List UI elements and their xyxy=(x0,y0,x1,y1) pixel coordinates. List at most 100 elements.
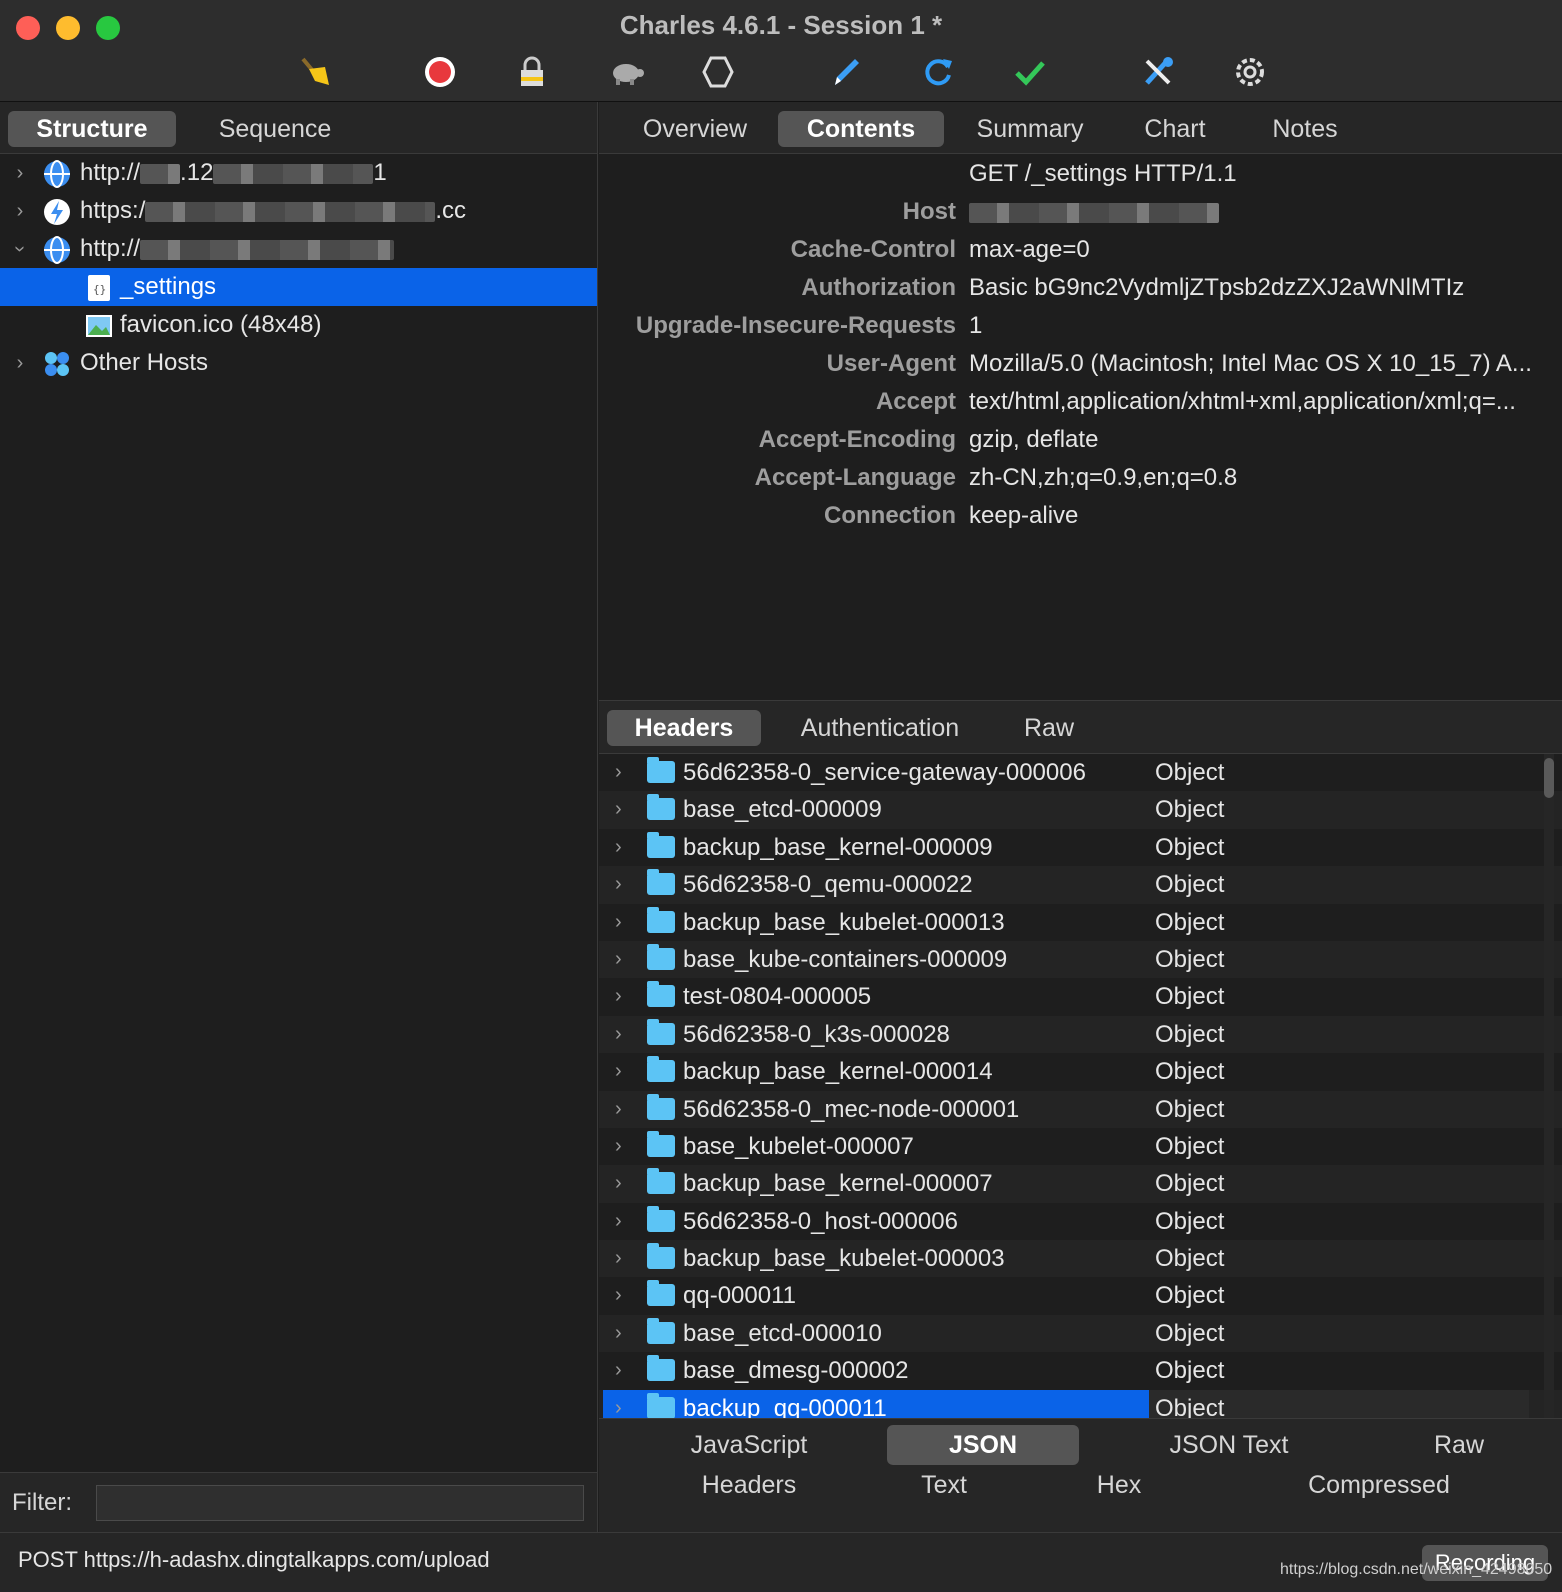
json-row[interactable]: › backup_base_kernel-000007 Object xyxy=(599,1165,1562,1203)
json-row[interactable]: › 56d62358-0_k3s-000028 Object xyxy=(599,1015,1562,1054)
tab-authentication[interactable]: Authentication xyxy=(775,710,985,746)
pen-icon[interactable] xyxy=(826,54,866,90)
json-key-cell[interactable]: › backup_base_kubelet-000013 xyxy=(603,904,1149,941)
json-key-cell[interactable]: › base_kube-containers-000009 xyxy=(603,941,1149,978)
tab-raw-view[interactable]: Raw xyxy=(1409,1427,1509,1463)
json-row[interactable]: › base_kubelet-000007 Object xyxy=(599,1128,1562,1165)
hexagon-icon[interactable] xyxy=(698,54,738,90)
chevron-right-icon[interactable]: › xyxy=(10,344,30,382)
json-key-cell[interactable]: › 56d62358-0_mec-node-000001 xyxy=(603,1091,1149,1128)
chevron-right-icon[interactable]: › xyxy=(615,791,622,828)
json-key-cell[interactable]: › backup_base_kernel-000009 xyxy=(603,829,1149,866)
lock-icon[interactable] xyxy=(512,54,552,90)
json-key-cell[interactable]: › 56d62358-0_k3s-000028 xyxy=(603,1016,1149,1053)
chevron-right-icon[interactable]: › xyxy=(615,1053,622,1090)
tree-host-3[interactable]: › http:// xyxy=(0,230,597,268)
chevron-right-icon[interactable]: › xyxy=(615,1091,622,1128)
json-file-icon: {} xyxy=(88,275,110,301)
scrollbar[interactable] xyxy=(1544,754,1554,1428)
tab-javascript[interactable]: JavaScript xyxy=(659,1427,839,1463)
broom-icon[interactable] xyxy=(296,54,336,90)
json-key-cell[interactable]: › backup_base_kubelet-000003 xyxy=(603,1240,1149,1277)
settings-icon[interactable] xyxy=(1230,54,1270,90)
json-key-cell[interactable]: › 56d62358-0_host-000006 xyxy=(603,1203,1149,1240)
tab-sequence[interactable]: Sequence xyxy=(190,111,360,147)
json-row[interactable]: › backup_base_kernel-000009 Object xyxy=(599,829,1562,866)
chevron-right-icon[interactable]: › xyxy=(615,866,622,903)
tree-host-label: https:/.cc xyxy=(80,197,467,224)
tab-json-text[interactable]: JSON Text xyxy=(1139,1427,1319,1463)
tree-item-settings[interactable]: {} _settings xyxy=(0,268,597,306)
json-key-cell[interactable]: › backup_base_kernel-000007 xyxy=(603,1165,1149,1202)
json-row[interactable]: › 56d62358-0_host-000006 Object xyxy=(599,1203,1562,1240)
chevron-right-icon[interactable]: › xyxy=(10,192,30,230)
tab-json[interactable]: JSON xyxy=(887,1425,1079,1465)
json-row[interactable]: › base_dmesg-000002 Object xyxy=(599,1352,1562,1389)
header-row: Host xyxy=(599,194,1562,230)
json-key-cell[interactable]: › test-0804-000005 xyxy=(603,978,1149,1015)
json-key-cell[interactable]: › base_etcd-000010 xyxy=(603,1315,1149,1352)
json-row[interactable]: › 56d62358-0_service-gateway-000006 Object xyxy=(599,754,1562,791)
refresh-icon[interactable] xyxy=(918,54,958,90)
json-row[interactable]: › backup_base_kubelet-000013 Object xyxy=(599,904,1562,941)
json-row[interactable]: › base_etcd-000009 Object xyxy=(599,791,1562,829)
record-icon[interactable] xyxy=(420,54,460,90)
json-key-cell[interactable]: › base_etcd-000009 xyxy=(603,791,1149,828)
filter-input[interactable] xyxy=(96,1485,584,1521)
json-key-cell[interactable]: › qq-000011 xyxy=(603,1277,1149,1314)
folder-icon xyxy=(647,1056,675,1083)
check-icon[interactable] xyxy=(1010,54,1050,90)
json-row[interactable]: › base_kube-containers-000009 Object xyxy=(599,940,1562,979)
chevron-right-icon[interactable]: › xyxy=(615,754,622,791)
tree-other-hosts[interactable]: › Other Hosts xyxy=(0,344,597,382)
tab-headers[interactable]: Headers xyxy=(607,710,761,746)
chevron-right-icon[interactable]: › xyxy=(615,1277,622,1314)
turtle-icon[interactable] xyxy=(606,54,646,90)
folder-icon xyxy=(647,794,675,821)
globe-icon xyxy=(44,160,70,188)
tab-hex[interactable]: Hex xyxy=(1069,1467,1169,1503)
chevron-right-icon[interactable]: › xyxy=(615,1240,622,1277)
json-row[interactable]: › qq-000011 Object xyxy=(599,1277,1562,1314)
chevron-right-icon[interactable]: › xyxy=(615,978,622,1015)
chevron-right-icon[interactable]: › xyxy=(615,1165,622,1202)
json-key-cell[interactable]: › 56d62358-0_qemu-000022 xyxy=(603,866,1149,903)
tree-host-1[interactable]: › http://.12 1 xyxy=(0,154,597,192)
tools-icon[interactable] xyxy=(1138,54,1178,90)
json-key-cell[interactable]: › base_dmesg-000002 xyxy=(603,1352,1149,1389)
json-row[interactable]: › 56d62358-0_qemu-000022 Object xyxy=(599,866,1562,904)
tab-headers-view[interactable]: Headers xyxy=(659,1467,839,1503)
json-key-cell[interactable]: › 56d62358-0_service-gateway-000006 xyxy=(603,754,1149,791)
tab-notes[interactable]: Notes xyxy=(1245,111,1365,147)
tab-structure[interactable]: Structure xyxy=(8,111,176,147)
chevron-right-icon[interactable]: › xyxy=(615,1128,622,1165)
chevron-right-icon[interactable]: › xyxy=(615,1315,622,1352)
folder-icon xyxy=(647,1392,675,1419)
tab-text[interactable]: Text xyxy=(887,1467,1001,1503)
tab-compressed[interactable]: Compressed xyxy=(1279,1467,1479,1503)
json-row[interactable]: › base_etcd-000010 Object xyxy=(599,1314,1562,1353)
chevron-right-icon[interactable]: › xyxy=(10,154,30,192)
tab-contents[interactable]: Contents xyxy=(778,111,944,147)
tree-host-2[interactable]: › https:/.cc xyxy=(0,192,597,230)
json-row[interactable]: › test-0804-000005 Object xyxy=(599,978,1562,1015)
chevron-right-icon[interactable]: › xyxy=(615,941,622,978)
tree-item-favicon[interactable]: favicon.ico (48x48) xyxy=(0,306,597,344)
json-key-cell[interactable]: › backup_base_kernel-000014 xyxy=(603,1053,1149,1090)
tab-raw[interactable]: Raw xyxy=(999,710,1099,746)
folder-icon xyxy=(647,1243,675,1270)
scroll-thumb[interactable] xyxy=(1544,758,1554,798)
json-row[interactable]: › backup_base_kubelet-000003 Object xyxy=(599,1240,1562,1278)
chevron-right-icon[interactable]: › xyxy=(615,1203,622,1240)
json-row[interactable]: › backup_base_kernel-000014 Object xyxy=(599,1053,1562,1090)
chevron-right-icon[interactable]: › xyxy=(615,829,622,866)
json-key-cell[interactable]: › base_kubelet-000007 xyxy=(603,1128,1149,1165)
tab-chart[interactable]: Chart xyxy=(1115,111,1235,147)
tab-overview[interactable]: Overview xyxy=(613,111,777,147)
chevron-right-icon[interactable]: › xyxy=(615,1352,622,1389)
chevron-right-icon[interactable]: › xyxy=(615,904,622,941)
chevron-down-icon[interactable]: › xyxy=(1,239,39,259)
json-row[interactable]: › 56d62358-0_mec-node-000001 Object xyxy=(599,1090,1562,1128)
tab-summary[interactable]: Summary xyxy=(955,111,1105,147)
chevron-right-icon[interactable]: › xyxy=(615,1016,622,1053)
